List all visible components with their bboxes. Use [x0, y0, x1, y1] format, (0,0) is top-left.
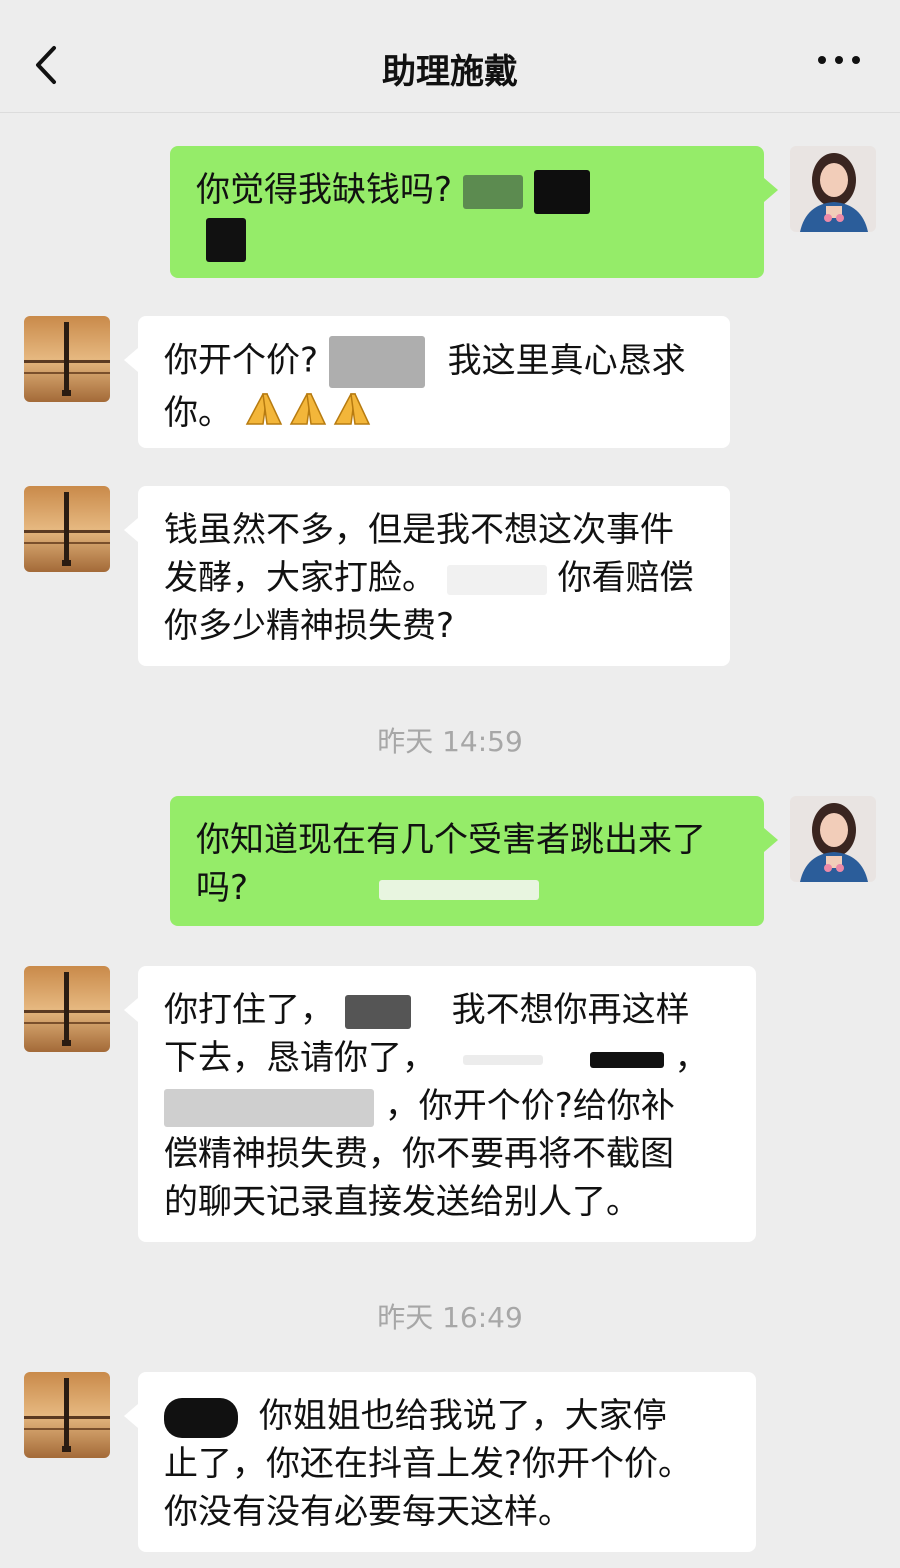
message-bubble-incoming[interactable]: 钱虽然不多，但是我不想这次事件 发酵，大家打脸。 你看赔偿 你多少精神损失费?	[124, 486, 730, 666]
redaction-block	[462, 174, 523, 209]
message-bubble-outgoing[interactable]: 你知道现在有几个受害者跳出来了 吗?	[170, 796, 778, 926]
redaction-block	[533, 169, 590, 214]
chat-title: 助理施戴	[382, 52, 518, 92]
message-text: ，你开个价?给你补	[384, 1086, 675, 1126]
message-text: 钱虽然不多，但是我不想这次事件	[164, 510, 674, 550]
redaction-block	[344, 994, 411, 1029]
redaction-block	[328, 336, 425, 388]
message-text: 你多少精神损失费?	[164, 606, 455, 646]
self-avatar[interactable]	[790, 796, 876, 882]
self-avatar[interactable]	[790, 146, 876, 232]
message-bubble-incoming[interactable]: 你打住了， 我不想你再这样 下去，恳请你了， ， ，你开个价?给你补 偿精神损失…	[124, 966, 756, 1242]
message-text: 下去，恳请你了，	[164, 1038, 436, 1078]
message-bubble-incoming[interactable]: 你姐姐也给我说了，大家停 止了，你还在抖音上发?你开个价。 你没有没有必要每天这…	[124, 1372, 756, 1552]
avatar-woman-photo	[790, 146, 876, 232]
message-text: 我不想你再这样	[451, 990, 690, 1030]
message-text: 你开个价?	[164, 340, 319, 381]
timestamp: 昨天 16:49	[377, 1301, 523, 1334]
message-text: 止了，你还在抖音上发?你开个价。	[164, 1444, 693, 1484]
avatar-sunset-pole	[24, 1372, 110, 1458]
avatar-sunset-pole	[24, 316, 110, 402]
redaction-block	[589, 1051, 664, 1068]
redaction-block	[164, 1397, 238, 1438]
timestamp: 昨天 14:59	[377, 725, 523, 758]
message-text: 发酵，大家打脸。	[164, 558, 436, 598]
praying-hands-emoji	[243, 388, 375, 441]
message-bubble-outgoing[interactable]: 你觉得我缺钱吗?	[170, 146, 778, 278]
message-text: 你打住了，	[164, 990, 334, 1030]
message-text: 你姐姐也给我说了，大家停	[258, 1396, 667, 1436]
message-text: 你知道现在有几个受害者跳出来了	[196, 820, 706, 860]
avatar-sunset-pole	[24, 966, 110, 1052]
message-text: 偿精神损失费，你不要再将不截图	[164, 1134, 674, 1174]
contact-avatar[interactable]	[24, 966, 110, 1052]
redaction-block	[164, 1088, 374, 1127]
contact-avatar[interactable]	[24, 486, 110, 572]
redaction-block	[446, 564, 547, 595]
message-text: 你觉得我缺钱吗?	[196, 170, 453, 210]
message-bubble-incoming[interactable]: 你开个价? 我这里真心恳求 你。	[124, 316, 730, 448]
message-text: 吗?	[196, 868, 249, 908]
message-text: ，	[674, 1038, 709, 1078]
chat-header: 助理施戴	[0, 0, 900, 113]
message-text: 你看赔偿	[557, 558, 694, 598]
avatar-sunset-pole	[24, 486, 110, 572]
message-text: 你没有没有必要每天这样。	[164, 1492, 572, 1532]
redaction-block	[206, 217, 246, 262]
contact-avatar[interactable]	[24, 316, 110, 402]
redaction-block	[462, 1054, 543, 1065]
contact-avatar[interactable]	[24, 1372, 110, 1458]
message-text: 的聊天记录直接发送给别人了。	[164, 1182, 640, 1222]
redaction-block	[378, 879, 539, 900]
avatar-woman-photo	[790, 796, 876, 882]
message-text: 我这里真心恳求	[447, 340, 686, 381]
more-dots-icon[interactable]	[814, 50, 864, 70]
message-text: 你。	[164, 393, 232, 433]
